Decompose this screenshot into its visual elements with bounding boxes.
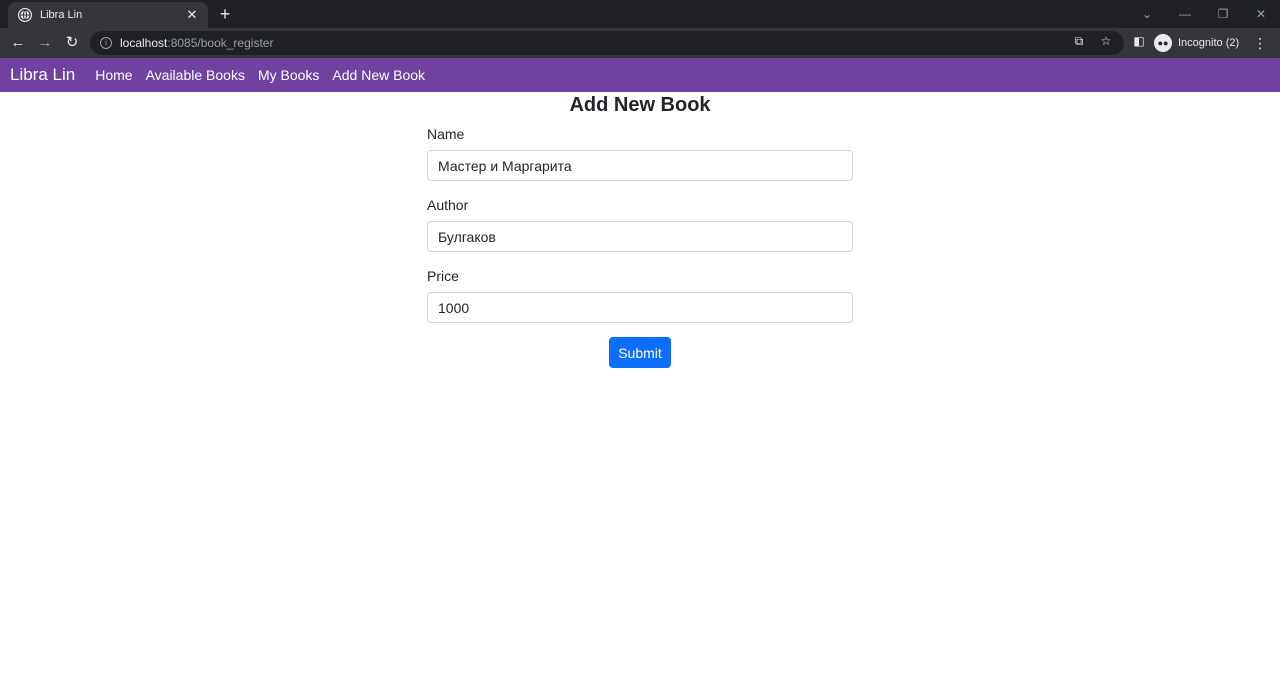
- brand-link[interactable]: Libra Lin: [10, 65, 75, 85]
- profile-label: Incognito (2): [1178, 37, 1240, 49]
- forward-arrow-icon[interactable]: →: [34, 32, 56, 54]
- restore-icon[interactable]: ❐: [1204, 0, 1242, 28]
- browser-tab[interactable]: Libra Lin ✕: [8, 2, 208, 28]
- nav-link-my-books[interactable]: My Books: [258, 67, 319, 83]
- nav-link-available-books[interactable]: Available Books: [146, 67, 245, 83]
- browser-tab-bar: Libra Lin ✕ + ⌄ — ❐ ✕: [0, 0, 1280, 28]
- star-icon[interactable]: ☆: [1098, 33, 1114, 49]
- author-input[interactable]: [427, 221, 853, 252]
- tab-title: Libra Lin: [40, 9, 83, 21]
- new-tab-button[interactable]: +: [214, 3, 236, 25]
- globe-icon: [18, 8, 32, 22]
- close-window-icon[interactable]: ✕: [1242, 0, 1280, 28]
- nav-link-home[interactable]: Home: [95, 67, 132, 83]
- price-input[interactable]: [427, 292, 853, 323]
- browser-toolbar: ← → ↻ i localhost:8085/book_register ⧉ ☆…: [0, 28, 1280, 58]
- reload-icon[interactable]: ↻: [61, 32, 83, 54]
- address-bar[interactable]: i localhost:8085/book_register: [90, 31, 1124, 55]
- kebab-menu-icon[interactable]: ⋮: [1252, 32, 1268, 54]
- translate-icon[interactable]: ⧉: [1071, 33, 1087, 49]
- page-title: Add New Book: [569, 94, 711, 116]
- close-tab-icon[interactable]: ✕: [184, 7, 200, 23]
- incognito-profile[interactable]: ●● Incognito (2): [1154, 32, 1239, 54]
- site-navbar: Libra Lin Home Available Books My Books …: [0, 58, 1280, 92]
- incognito-icon: ●●: [1154, 34, 1172, 52]
- tab-search-icon[interactable]: ⌄: [1128, 0, 1166, 28]
- name-label: Name: [427, 126, 465, 142]
- url-path: :8085/book_register: [167, 36, 274, 50]
- side-panel-icon[interactable]: ◧: [1131, 33, 1147, 49]
- minimize-icon[interactable]: —: [1166, 0, 1204, 28]
- nav-link-add-new-book[interactable]: Add New Book: [332, 67, 425, 83]
- back-arrow-icon[interactable]: ←: [7, 32, 29, 54]
- submit-button[interactable]: Submit: [609, 337, 671, 368]
- author-label: Author: [427, 197, 469, 213]
- site-info-icon[interactable]: i: [100, 37, 112, 49]
- price-label: Price: [427, 268, 459, 284]
- name-input[interactable]: [427, 150, 853, 181]
- url-host: localhost: [120, 36, 168, 50]
